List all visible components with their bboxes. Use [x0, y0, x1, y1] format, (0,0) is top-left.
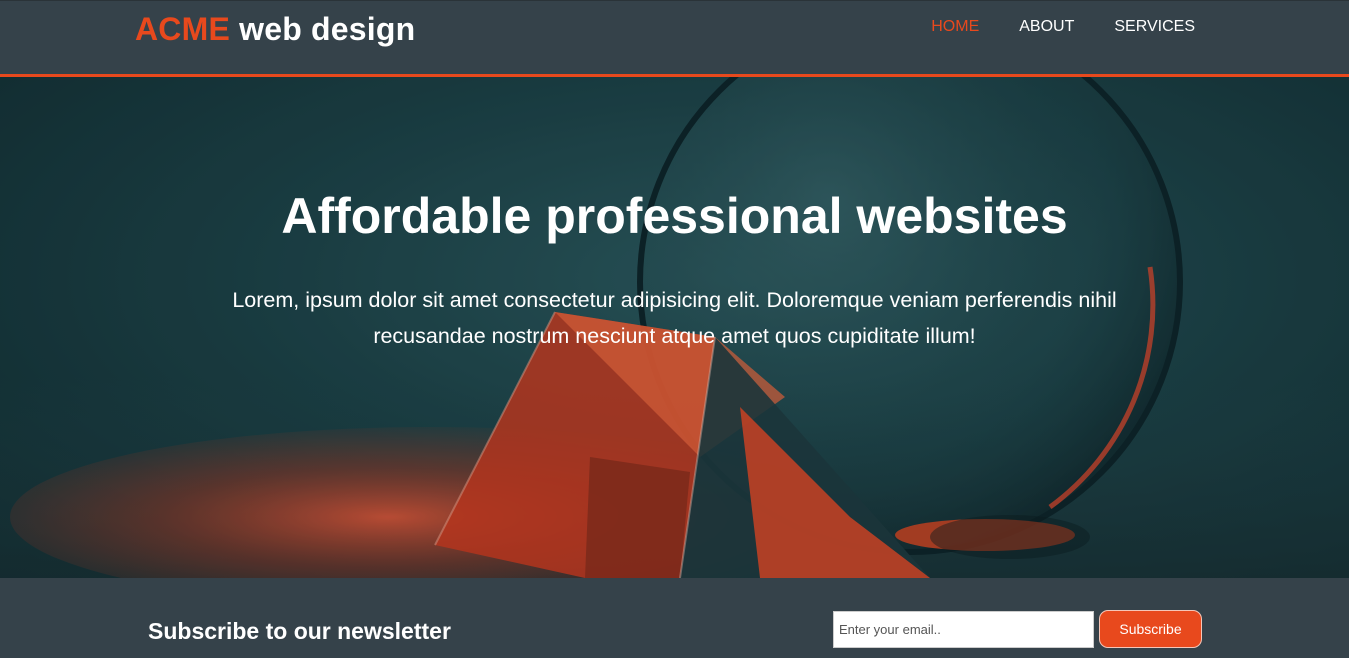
nav-home-link[interactable]: HOME — [891, 17, 979, 37]
hero-description: Lorem, ipsum dolor sit amet consectetur … — [232, 288, 1117, 348]
hero-showcase: Affordable professional websites Lorem, … — [0, 77, 1349, 578]
nav-about-link[interactable]: ABOUT — [979, 17, 1074, 37]
newsletter-title: Subscribe to our newsletter — [148, 618, 451, 644]
main-nav: HOME ABOUT SERVICES — [891, 17, 1195, 37]
subscribe-button[interactable]: Subscribe — [1099, 610, 1202, 648]
logo-brand: ACME — [135, 11, 231, 47]
nav-services-link[interactable]: SERVICES — [1074, 17, 1195, 37]
site-logo[interactable]: ACME web design — [135, 11, 415, 48]
email-input[interactable] — [833, 611, 1094, 648]
hero-title: Affordable professional websites — [281, 188, 1068, 244]
logo-text: web design — [239, 11, 416, 47]
site-header: ACME web design HOME ABOUT SERVICES — [0, 0, 1349, 77]
newsletter-section: Subscribe to our newsletter Subscribe — [0, 578, 1349, 658]
